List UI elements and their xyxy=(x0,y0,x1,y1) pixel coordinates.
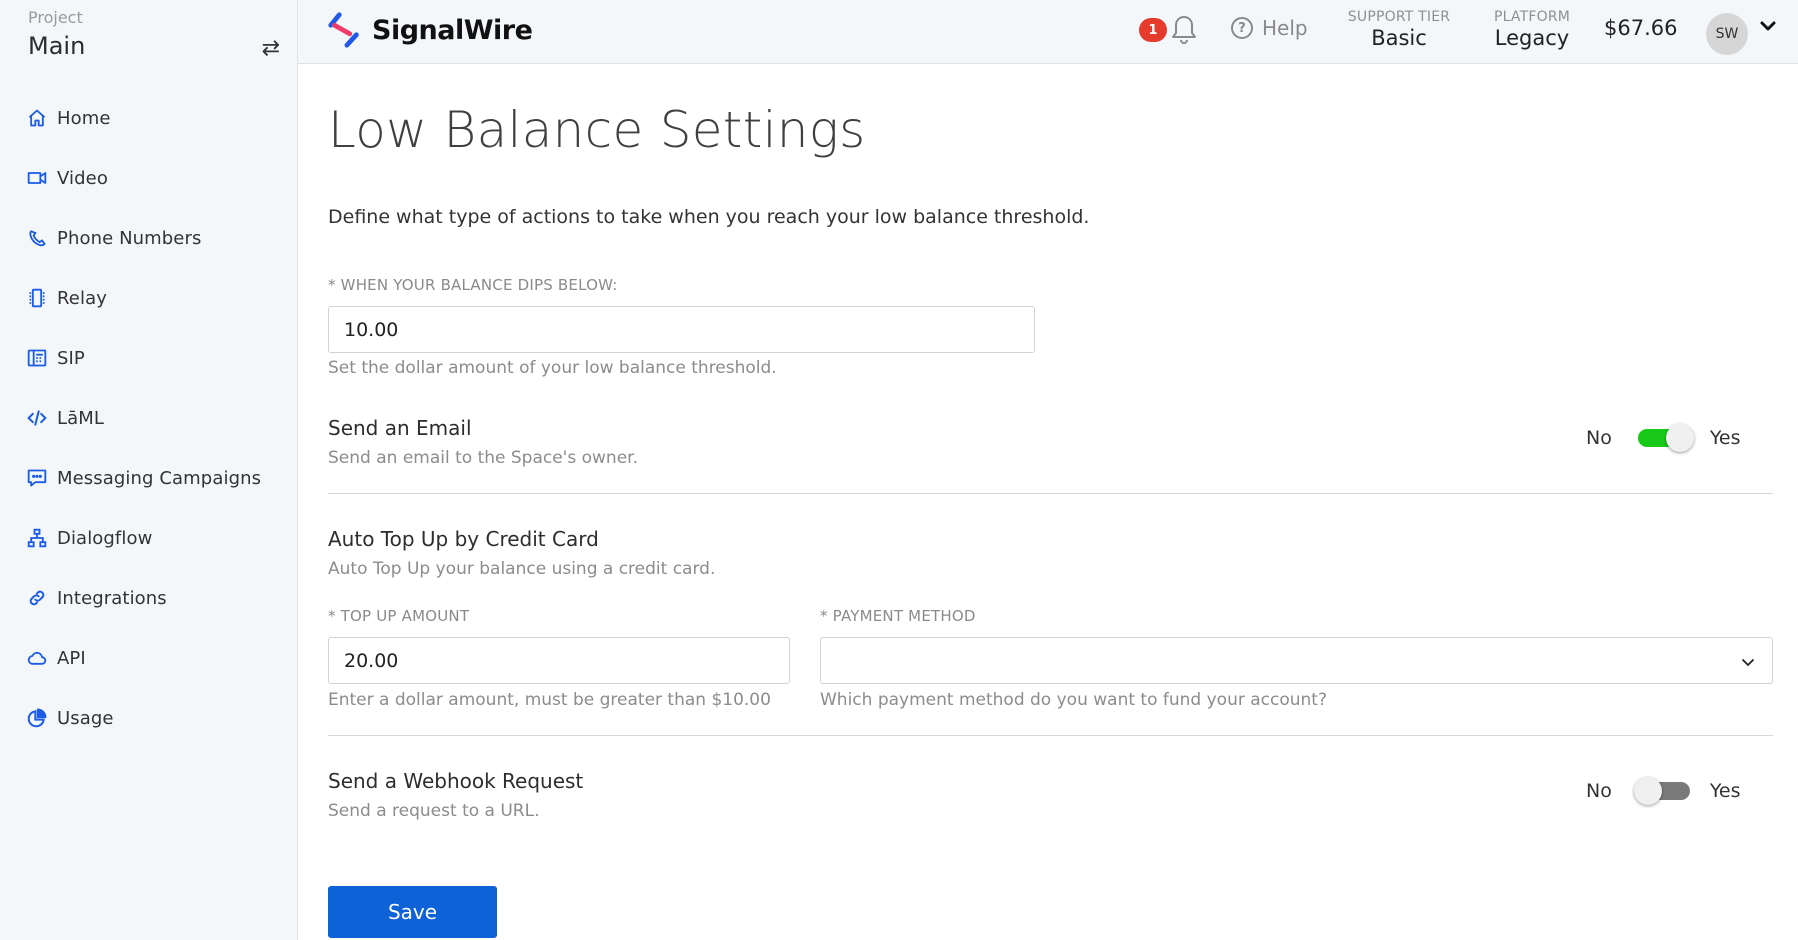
sidebar: Project Main ⇄ Home Video Phone Numbers … xyxy=(0,0,298,940)
platform-value: Legacy xyxy=(1494,26,1570,50)
webhook-section-desc: Send a request to a URL. xyxy=(328,801,540,821)
top-up-section-desc: Auto Top Up your balance using a credit … xyxy=(328,559,716,579)
section-divider xyxy=(328,493,1773,494)
network-tree-icon xyxy=(26,527,48,549)
email-toggle-group: No Yes xyxy=(1586,424,1741,452)
payment-method-select[interactable] xyxy=(820,637,1773,684)
main-content: Low Balance Settings Define what type of… xyxy=(299,65,1798,940)
question-circle-icon: ? xyxy=(1231,17,1253,39)
sidebar-nav: Home Video Phone Numbers Relay SIP LāML … xyxy=(0,88,298,748)
webhook-toggle[interactable] xyxy=(1633,777,1690,805)
sidebar-item-api[interactable]: API xyxy=(0,628,298,688)
chevron-down-icon[interactable] xyxy=(1758,16,1778,36)
chip-icon xyxy=(26,287,48,309)
brand-logo[interactable]: SignalWire xyxy=(326,10,533,50)
section-divider xyxy=(328,735,1773,736)
top-up-amount-input[interactable]: 20.00 xyxy=(328,637,790,684)
toggle-knob xyxy=(1633,777,1662,805)
top-up-amount-hint: Enter a dollar amount, must be greater t… xyxy=(328,690,771,710)
sidebar-item-relay[interactable]: Relay xyxy=(0,268,298,328)
page-intro: Define what type of actions to take when… xyxy=(328,206,1090,228)
sidebar-item-label: Video xyxy=(57,167,108,189)
project-label: Project xyxy=(28,8,83,27)
sidebar-item-home[interactable]: Home xyxy=(0,88,298,148)
sidebar-item-label: SIP xyxy=(57,347,85,369)
sidebar-item-label: Dialogflow xyxy=(57,527,153,549)
video-camera-icon xyxy=(26,167,48,189)
save-button[interactable]: Save xyxy=(328,886,497,938)
sidebar-item-phone-numbers[interactable]: Phone Numbers xyxy=(0,208,298,268)
webhook-toggle-yes-label: Yes xyxy=(1709,780,1741,802)
sidebar-item-label: LāML xyxy=(57,407,105,429)
sidebar-item-label: Home xyxy=(57,107,111,129)
email-toggle[interactable] xyxy=(1637,424,1694,452)
webhook-toggle-group: No Yes xyxy=(1586,777,1741,805)
notification-badge: 1 xyxy=(1139,18,1167,42)
sidebar-item-usage[interactable]: Usage xyxy=(0,688,298,748)
payment-method-hint: Which payment method do you want to fund… xyxy=(820,690,1327,710)
sidebar-item-integrations[interactable]: Integrations xyxy=(0,568,298,628)
payment-method-label: * PAYMENT METHOD xyxy=(820,607,976,625)
help-label: Help xyxy=(1262,16,1308,40)
sidebar-item-messaging-campaigns[interactable]: Messaging Campaigns xyxy=(0,448,298,508)
sidebar-item-laml[interactable]: LāML xyxy=(0,388,298,448)
chat-bubble-icon xyxy=(26,467,48,489)
sidebar-item-sip[interactable]: SIP xyxy=(0,328,298,388)
sidebar-item-label: Phone Numbers xyxy=(57,227,202,249)
help-link[interactable]: ? Help xyxy=(1231,16,1308,40)
sidebar-item-label: Integrations xyxy=(57,587,167,609)
support-tier: SUPPORT TIER Basic xyxy=(1344,9,1454,50)
cloud-icon xyxy=(26,647,48,669)
top-up-amount-label: * TOP UP AMOUNT xyxy=(328,607,470,625)
account-balance: $67.66 xyxy=(1604,16,1678,40)
webhook-section-title: Send a Webhook Request xyxy=(328,769,584,793)
project-name: Main xyxy=(28,32,86,60)
email-section-title: Send an Email xyxy=(328,416,472,440)
desk-phone-icon xyxy=(26,347,48,369)
email-toggle-no-label: No xyxy=(1586,427,1612,449)
support-tier-value: Basic xyxy=(1371,26,1427,50)
phone-icon xyxy=(26,227,48,249)
sidebar-item-label: Usage xyxy=(57,707,114,729)
home-icon xyxy=(26,107,48,129)
platform: PLATFORM Legacy xyxy=(1482,9,1582,50)
swap-arrows-icon[interactable]: ⇄ xyxy=(262,36,280,61)
threshold-input[interactable]: 10.00 xyxy=(328,306,1035,353)
sidebar-item-label: API xyxy=(57,647,86,669)
toggle-knob xyxy=(1665,424,1694,452)
threshold-hint: Set the dollar amount of your low balanc… xyxy=(328,358,777,378)
threshold-label: * WHEN YOUR BALANCE DIPS BELOW: xyxy=(328,276,618,294)
sidebar-item-video[interactable]: Video xyxy=(0,148,298,208)
top-up-section-title: Auto Top Up by Credit Card xyxy=(328,527,599,551)
code-icon xyxy=(26,407,48,429)
webhook-toggle-no-label: No xyxy=(1586,780,1612,802)
signalwire-logo-icon xyxy=(328,12,359,48)
sidebar-item-dialogflow[interactable]: Dialogflow xyxy=(0,508,298,568)
bell-icon[interactable] xyxy=(1171,14,1197,44)
sidebar-item-label: Relay xyxy=(57,287,107,309)
top-header: SignalWire 1 ? Help SUPPORT TIER Basic P… xyxy=(298,0,1798,64)
platform-label: PLATFORM xyxy=(1493,9,1571,25)
pie-chart-icon xyxy=(26,707,48,729)
chevron-down-icon xyxy=(1740,653,1756,669)
project-switcher[interactable]: Project Main ⇄ xyxy=(28,8,290,64)
support-tier-label: SUPPORT TIER xyxy=(1347,9,1451,25)
page-title: Low Balance Settings xyxy=(328,101,866,159)
link-icon xyxy=(26,587,48,609)
email-section-desc: Send an email to the Space's owner. xyxy=(328,448,638,468)
brand-name: SignalWire xyxy=(372,14,533,46)
avatar[interactable]: SW xyxy=(1706,13,1748,55)
email-toggle-yes-label: Yes xyxy=(1709,427,1741,449)
sidebar-item-label: Messaging Campaigns xyxy=(57,467,262,489)
